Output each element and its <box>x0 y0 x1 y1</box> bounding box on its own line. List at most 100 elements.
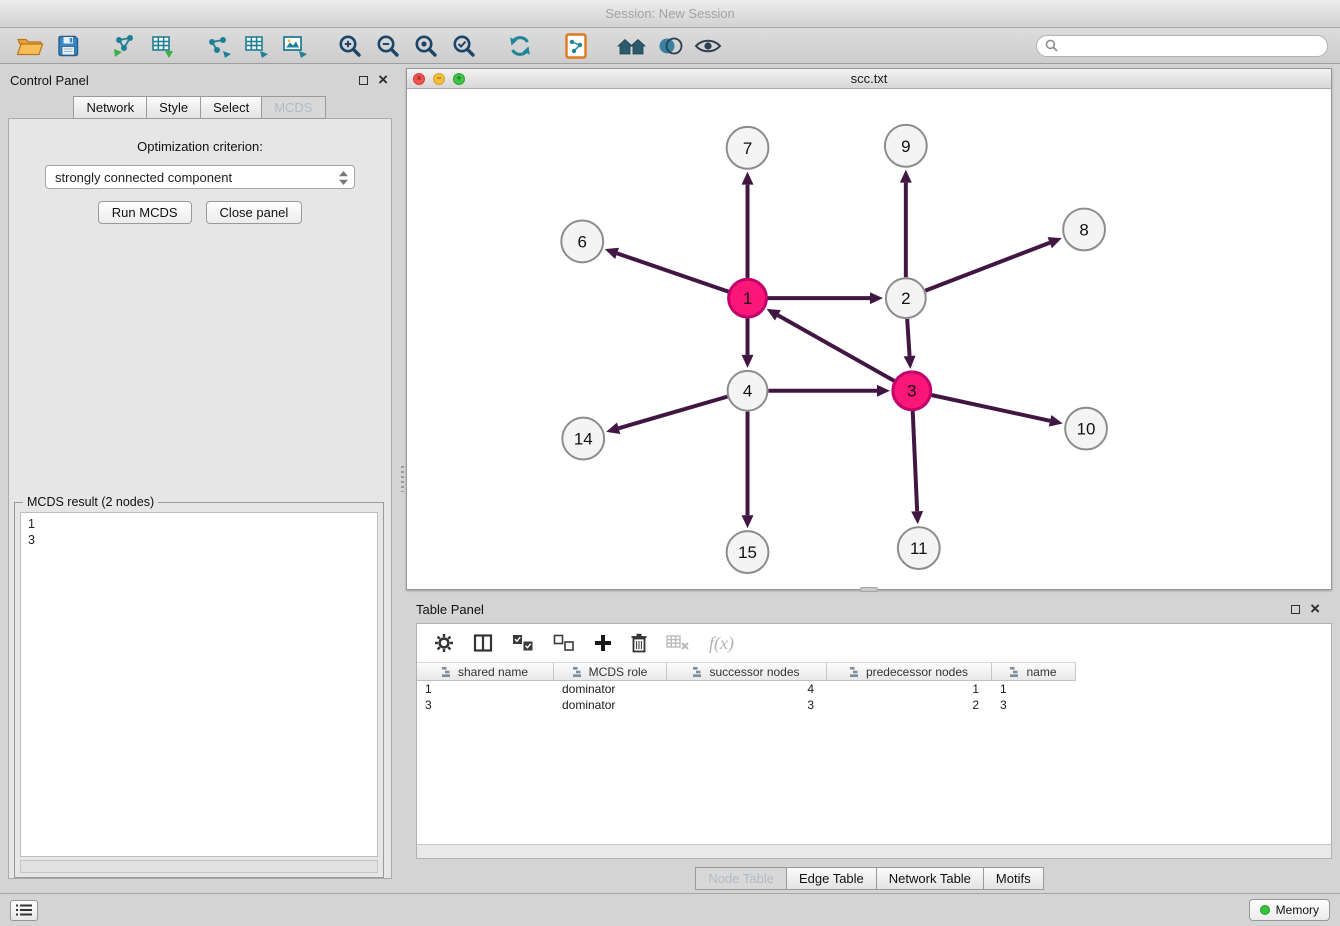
graph-node-7[interactable]: 7 <box>727 127 769 169</box>
show-columns-button[interactable] <box>473 633 493 653</box>
tab-network[interactable]: Network <box>73 96 147 119</box>
table-cell[interactable]: 3 <box>667 698 827 712</box>
graph-node-11[interactable]: 11 <box>898 527 940 569</box>
column-header-mcds-role[interactable]: MCDS role <box>554 662 667 681</box>
criterion-select[interactable]: strongly connected component <box>45 165 355 189</box>
table-settings-button[interactable] <box>434 633 454 653</box>
graph-edge[interactable] <box>742 412 754 528</box>
zoom-selected-button[interactable] <box>446 31 482 61</box>
zoom-in-button[interactable] <box>332 31 368 61</box>
memory-button[interactable]: Memory <box>1249 899 1330 921</box>
search-field[interactable] <box>1036 35 1328 57</box>
table-cell[interactable]: dominator <box>554 698 667 712</box>
graph-node-6[interactable]: 6 <box>561 221 603 263</box>
float-panel-button[interactable] <box>359 76 368 85</box>
column-header-successor-nodes[interactable]: successor nodes <box>667 662 827 681</box>
column-header-shared-name[interactable]: shared name <box>417 662 554 681</box>
zoom-out-button[interactable] <box>370 31 406 61</box>
window-close-button[interactable]: × <box>413 73 425 85</box>
graph-node-2[interactable]: 2 <box>886 278 926 318</box>
tab-edge-table[interactable]: Edge Table <box>786 867 877 890</box>
column-header-name[interactable]: name <box>992 662 1076 681</box>
mcds-result-list[interactable]: 1 3 <box>20 512 378 857</box>
graph-edge[interactable] <box>605 248 729 292</box>
task-history-button[interactable] <box>10 900 38 921</box>
network-canvas[interactable]: 7 9 6 8 1 2 4 3 14 10 15 11 <box>407 89 1331 589</box>
graph-edge[interactable] <box>768 385 889 397</box>
tab-node-table[interactable]: Node Table <box>695 867 787 890</box>
checked-boxes-icon <box>512 634 534 652</box>
close-panel-button[interactable]: × <box>378 75 388 85</box>
graph-edge[interactable] <box>606 397 727 434</box>
tab-network-table[interactable]: Network Table <box>876 867 984 890</box>
refresh-button[interactable] <box>502 31 538 61</box>
graph-node-9[interactable]: 9 <box>885 125 927 167</box>
table-cell[interactable]: 4 <box>667 682 827 696</box>
style-preview-button[interactable] <box>652 31 688 61</box>
graph-edge[interactable] <box>900 170 912 278</box>
graph-edge[interactable] <box>767 292 883 304</box>
graph-edge[interactable] <box>904 319 916 369</box>
tab-mcds[interactable]: MCDS <box>261 96 325 119</box>
close-table-panel-button[interactable]: × <box>1310 604 1320 614</box>
delete-table-button[interactable] <box>666 634 690 652</box>
zoom-fit-button[interactable] <box>408 31 444 61</box>
tab-motifs[interactable]: Motifs <box>983 867 1044 890</box>
table-cell[interactable]: 1 <box>992 682 1076 696</box>
trash-icon <box>631 633 647 653</box>
splitter-handle[interactable] <box>860 587 878 592</box>
export-image-button[interactable] <box>276 31 312 61</box>
graph-node-14[interactable]: 14 <box>562 418 604 460</box>
open-session-button[interactable] <box>12 31 48 61</box>
table-horizontal-scrollbar[interactable] <box>417 844 1331 858</box>
function-builder-button[interactable]: f(x) <box>709 633 734 654</box>
graph-edge[interactable] <box>742 318 754 368</box>
import-table-button[interactable] <box>144 31 180 61</box>
table-row[interactable]: 3dominator323 <box>417 697 1331 713</box>
create-column-button[interactable] <box>594 634 612 652</box>
graph-node-1[interactable]: 1 <box>729 279 767 317</box>
window-titlebar[interactable]: Session: New Session <box>0 0 1340 28</box>
window-zoom-button[interactable]: + <box>453 73 465 85</box>
graph-node-15[interactable]: 15 <box>727 531 769 573</box>
graph-edge[interactable] <box>911 411 923 525</box>
import-network-button[interactable] <box>106 31 142 61</box>
open-network-file-button[interactable] <box>558 31 594 61</box>
plus-icon <box>594 634 612 652</box>
export-table-button[interactable] <box>238 31 274 61</box>
deselect-all-columns-button[interactable] <box>553 634 575 652</box>
float-table-panel-button[interactable] <box>1291 605 1300 614</box>
graph-edge[interactable] <box>742 172 754 279</box>
graph-node-10[interactable]: 10 <box>1065 408 1107 450</box>
close-panel-button2[interactable]: Close panel <box>206 201 303 224</box>
ndex-home-button[interactable] <box>614 31 650 61</box>
table-cell[interactable]: 2 <box>827 698 992 712</box>
panel-splitter[interactable] <box>398 64 406 893</box>
table-cell[interactable]: dominator <box>554 682 667 696</box>
table-cell[interactable]: 1 <box>827 682 992 696</box>
graph-edge[interactable] <box>767 309 895 381</box>
toolbar-separator <box>540 45 556 46</box>
table-cell[interactable]: 3 <box>992 698 1076 712</box>
table-cell[interactable]: 3 <box>417 698 554 712</box>
window-minimize-button[interactable]: − <box>433 73 445 85</box>
graph-edge[interactable] <box>925 237 1061 291</box>
tab-select[interactable]: Select <box>200 96 262 119</box>
graph-node-4[interactable]: 4 <box>728 371 768 411</box>
run-mcds-button[interactable]: Run MCDS <box>98 201 192 224</box>
graph-node-3[interactable]: 3 <box>893 372 931 410</box>
result-scrollbar[interactable] <box>20 860 378 873</box>
export-network-button[interactable] <box>200 31 236 61</box>
select-all-columns-button[interactable] <box>512 634 534 652</box>
graph-node-8[interactable]: 8 <box>1063 209 1105 251</box>
delete-column-button[interactable] <box>631 633 647 653</box>
column-header-predecessor-nodes[interactable]: predecessor nodes <box>827 662 992 681</box>
show-hide-graphics-button[interactable] <box>690 31 726 61</box>
table-row[interactable]: 1dominator411 <box>417 681 1331 697</box>
tab-style[interactable]: Style <box>146 96 201 119</box>
save-session-button[interactable] <box>50 31 86 61</box>
table-cell[interactable]: 1 <box>417 682 554 696</box>
network-window-titlebar[interactable]: scc.txt × − + <box>407 69 1331 89</box>
graph-edge[interactable] <box>931 395 1062 427</box>
search-input[interactable] <box>1063 39 1319 53</box>
